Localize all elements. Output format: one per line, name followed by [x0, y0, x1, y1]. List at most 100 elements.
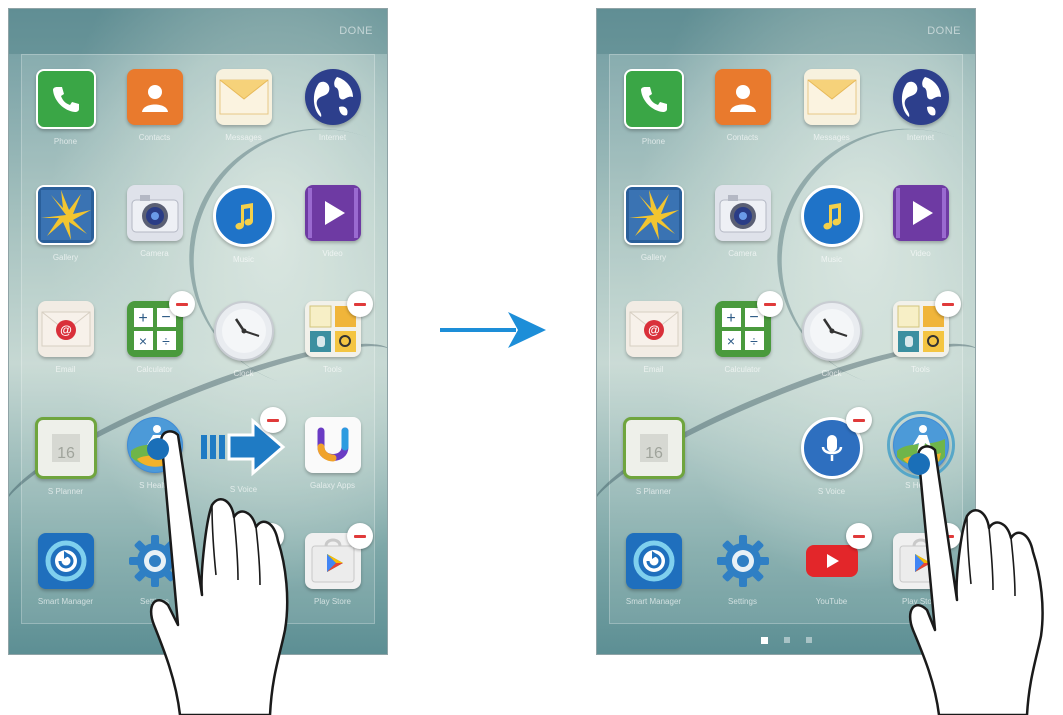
app-calculator[interactable]: + − × ÷ Calculator: [698, 291, 787, 413]
app-s-planner[interactable]: 16 S Planner: [609, 417, 698, 529]
app-video[interactable]: Video: [288, 185, 377, 297]
app-label: S Voice: [817, 487, 846, 496]
app-email[interactable]: @ Email: [21, 301, 110, 413]
svg-text:@: @: [648, 323, 660, 337]
app-label: Video: [910, 249, 931, 258]
app-label: Contacts: [726, 133, 759, 142]
app-phone[interactable]: Phone: [609, 69, 698, 181]
app-grid: Phone Contacts Messages Internet Gallery Came…: [21, 69, 377, 629]
svg-text:÷: ÷: [162, 333, 170, 349]
app-label: Smart Manager: [625, 597, 682, 606]
app-settings[interactable]: Settings: [110, 533, 199, 645]
s-planner-icon: 16: [34, 417, 97, 479]
messages-icon: [215, 69, 272, 125]
app-label: Camera: [140, 249, 169, 258]
contacts-icon: [126, 69, 183, 125]
remove-badge-icon[interactable]: [846, 407, 872, 433]
app-tools[interactable]: Tools: [876, 291, 965, 413]
status-bar: [9, 9, 387, 54]
app-music[interactable]: Music: [787, 185, 876, 297]
app-youtube[interactable]: YouTube: [787, 523, 876, 645]
app-s-voice[interactable]: S Voice: [199, 407, 288, 529]
page-dot[interactable]: [805, 637, 812, 643]
app-calculator[interactable]: + − × ÷ Calculator: [110, 291, 199, 413]
messages-icon: [803, 69, 860, 125]
app-play-store[interactable]: Play Store: [288, 523, 377, 645]
remove-badge-icon[interactable]: [347, 523, 373, 549]
remove-badge-icon[interactable]: [260, 407, 286, 433]
app-label: Camera: [728, 249, 757, 258]
svg-text:×: ×: [138, 333, 146, 349]
app-messages[interactable]: Messages: [787, 69, 876, 181]
done-button[interactable]: DONE: [927, 25, 961, 37]
app-label: Tools: [323, 365, 342, 374]
s-health-icon: [126, 417, 183, 473]
remove-badge-icon[interactable]: [347, 291, 373, 317]
remove-badge-icon[interactable]: [846, 523, 872, 549]
clock-icon: [213, 301, 274, 361]
app-label: Video: [322, 249, 343, 258]
app-grid: Phone Contacts Messages Internet Gallery Came…: [609, 69, 965, 629]
app-music[interactable]: Music: [199, 185, 288, 297]
contacts-icon: [714, 69, 771, 125]
app-youtube[interactable]: YouTube: [199, 523, 288, 645]
app-gallery[interactable]: Gallery: [21, 185, 110, 297]
app-contacts[interactable]: Contacts: [698, 69, 787, 181]
app-label: YouTube: [227, 597, 260, 606]
app-label: Music: [821, 255, 842, 264]
remove-badge-icon[interactable]: [169, 291, 195, 317]
app-label: Galaxy Apps: [310, 481, 355, 490]
remove-badge-icon[interactable]: [935, 291, 961, 317]
remove-badge-icon[interactable]: [757, 291, 783, 317]
galaxy-apps-icon: [304, 417, 361, 473]
app-camera[interactable]: Camera: [110, 185, 199, 297]
svg-text:16: 16: [645, 445, 663, 462]
remove-badge-icon[interactable]: [258, 523, 284, 549]
app-video[interactable]: Video: [876, 185, 965, 297]
settings-icon: [715, 533, 771, 589]
app-play-store[interactable]: Play Store: [876, 523, 965, 645]
app-label: Settings: [728, 597, 757, 606]
app-label: Gallery: [640, 253, 667, 262]
app-s-health[interactable]: S Health: [876, 411, 965, 529]
app-settings[interactable]: Settings: [698, 533, 787, 645]
app-messages[interactable]: Messages: [199, 69, 288, 181]
app-s-health[interactable]: S Health: [110, 417, 199, 529]
app-internet[interactable]: Internet: [288, 69, 377, 181]
email-icon: @: [625, 301, 682, 357]
app-smart-manager[interactable]: Smart Manager: [609, 533, 698, 645]
video-icon: [892, 185, 949, 241]
app-label: Internet: [906, 133, 935, 142]
app-label: S Planner: [47, 487, 84, 496]
app-galaxy-apps[interactable]: Galaxy Apps: [288, 417, 377, 529]
empty-slot: [715, 417, 771, 473]
app-label: Tools: [911, 365, 930, 374]
app-label: Calculator: [136, 365, 173, 374]
remove-badge-icon[interactable]: [935, 523, 961, 549]
done-button[interactable]: DONE: [339, 25, 373, 37]
app-camera[interactable]: Camera: [698, 185, 787, 297]
app-label: Music: [233, 255, 254, 264]
page-indicator[interactable]: [597, 637, 975, 644]
app-internet[interactable]: Internet: [876, 69, 965, 181]
app-s-planner[interactable]: 16 S Planner: [21, 417, 110, 529]
app-smart-manager[interactable]: Smart Manager: [21, 533, 110, 645]
svg-text:+: +: [726, 310, 735, 327]
page-dot[interactable]: [760, 637, 768, 644]
camera-icon: [714, 185, 771, 241]
app-contacts[interactable]: Contacts: [110, 69, 199, 181]
app-label: Email: [55, 365, 76, 374]
app-s-voice[interactable]: S Voice: [787, 407, 876, 529]
music-icon: [800, 185, 863, 247]
home-screen-before: DONE Phone Contacts Messages Internet Galler…: [8, 8, 388, 655]
app-clock[interactable]: Clock: [787, 301, 876, 413]
app-gallery[interactable]: Gallery: [609, 185, 698, 297]
app-tools[interactable]: Tools: [288, 291, 377, 413]
app-email[interactable]: @ Email: [609, 301, 698, 413]
app-phone[interactable]: Phone: [21, 69, 110, 181]
svg-text:16: 16: [57, 445, 75, 462]
page-dot[interactable]: [783, 637, 790, 643]
s-planner-icon: 16: [622, 417, 685, 479]
app-label: YouTube: [815, 597, 848, 606]
app-clock[interactable]: Clock: [199, 301, 288, 413]
